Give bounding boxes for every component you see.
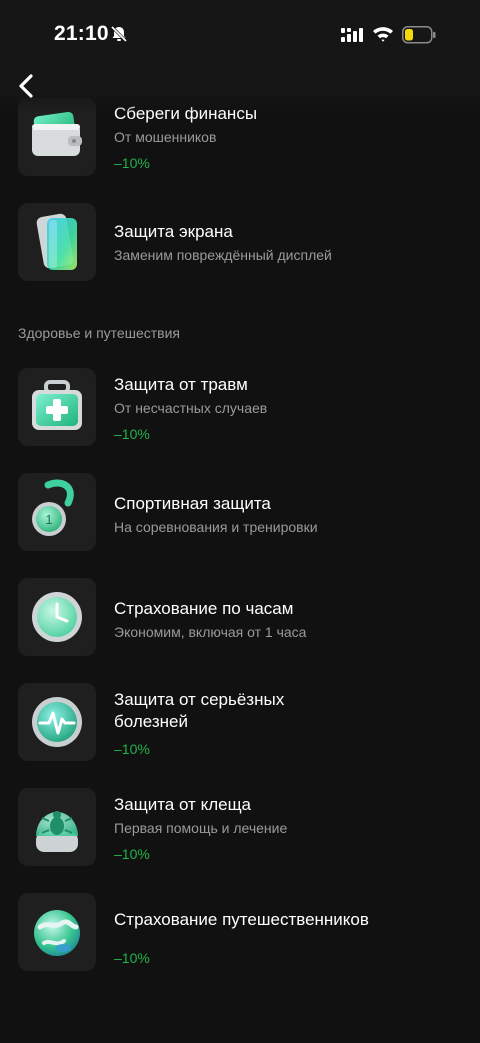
cellular-signal-icon	[341, 28, 363, 42]
discount-badge: –10%	[114, 741, 150, 757]
list-item-injury-protection[interactable]: Защита от травм От несчастных случаев –1…	[0, 368, 480, 448]
list-item-sports-protection[interactable]: 1 Спортивная защита На соревнования и тр…	[0, 473, 480, 553]
item-title: Страхование по часам	[114, 599, 294, 618]
item-title: Сбереги финансы	[114, 104, 258, 123]
section-header-health-travel: Здоровье и путешествия	[18, 325, 180, 341]
list-item-save-finances[interactable]: Сбереги финансы От мошенников –10%	[0, 98, 480, 178]
battery-low-icon	[402, 26, 436, 44]
phone-screen-icon	[18, 203, 96, 281]
item-subtitle: Первая помощь и лечение	[114, 820, 288, 836]
item-subtitle: От несчастных случаев	[114, 400, 268, 416]
tick-bug-icon	[18, 788, 96, 866]
item-title: Защита от клеща	[114, 795, 252, 814]
bell-muted-icon	[110, 25, 128, 43]
discount-badge: –10%	[114, 846, 150, 862]
svg-text:1: 1	[45, 512, 52, 527]
item-title: Защита от травм	[114, 375, 248, 394]
battery-level	[405, 29, 413, 41]
list-item-tick-protection[interactable]: Защита от клеща Первая помощь и лечение …	[0, 788, 480, 868]
item-subtitle: Экономим, включая от 1 часа	[114, 624, 307, 640]
item-subtitle: От мошенников	[114, 129, 217, 145]
item-title: Защита от серьёзных болезней	[114, 690, 285, 731]
status-time: 21:10	[54, 22, 109, 45]
clock-icon	[18, 578, 96, 656]
list-item-hourly-insurance[interactable]: Страхование по часам Экономим, включая о…	[0, 578, 480, 658]
chevron-left-icon	[19, 74, 33, 98]
discount-badge: –10%	[114, 155, 150, 171]
discount-badge: –10%	[114, 950, 150, 966]
list-item-travel-insurance[interactable]: Страхование путешественников –10%	[0, 893, 480, 973]
item-title: Страхование путешественников	[114, 910, 369, 929]
discount-badge: –10%	[114, 426, 150, 442]
insurance-list: Сбереги финансы От мошенников –10% Защит…	[0, 0, 480, 1043]
item-title: Спортивная защита	[114, 494, 271, 513]
wifi-icon	[373, 27, 393, 42]
list-item-screen-protection[interactable]: Защита экрана Заменим повреждённый диспл…	[0, 203, 480, 283]
first-aid-kit-icon	[18, 368, 96, 446]
item-subtitle: Заменим повреждённый дисплей	[114, 247, 332, 263]
wallet-icon	[18, 98, 96, 176]
medal-icon: 1	[18, 473, 96, 551]
list-item-serious-illness[interactable]: Защита от серьёзных болезней –10%	[0, 683, 480, 763]
item-subtitle: На соревнования и тренировки	[114, 519, 318, 535]
heartbeat-icon	[18, 683, 96, 761]
status-bar: 21:10	[0, 0, 480, 70]
globe-icon	[18, 893, 96, 971]
back-button[interactable]	[8, 68, 44, 104]
item-title: Защита экрана	[114, 222, 233, 241]
